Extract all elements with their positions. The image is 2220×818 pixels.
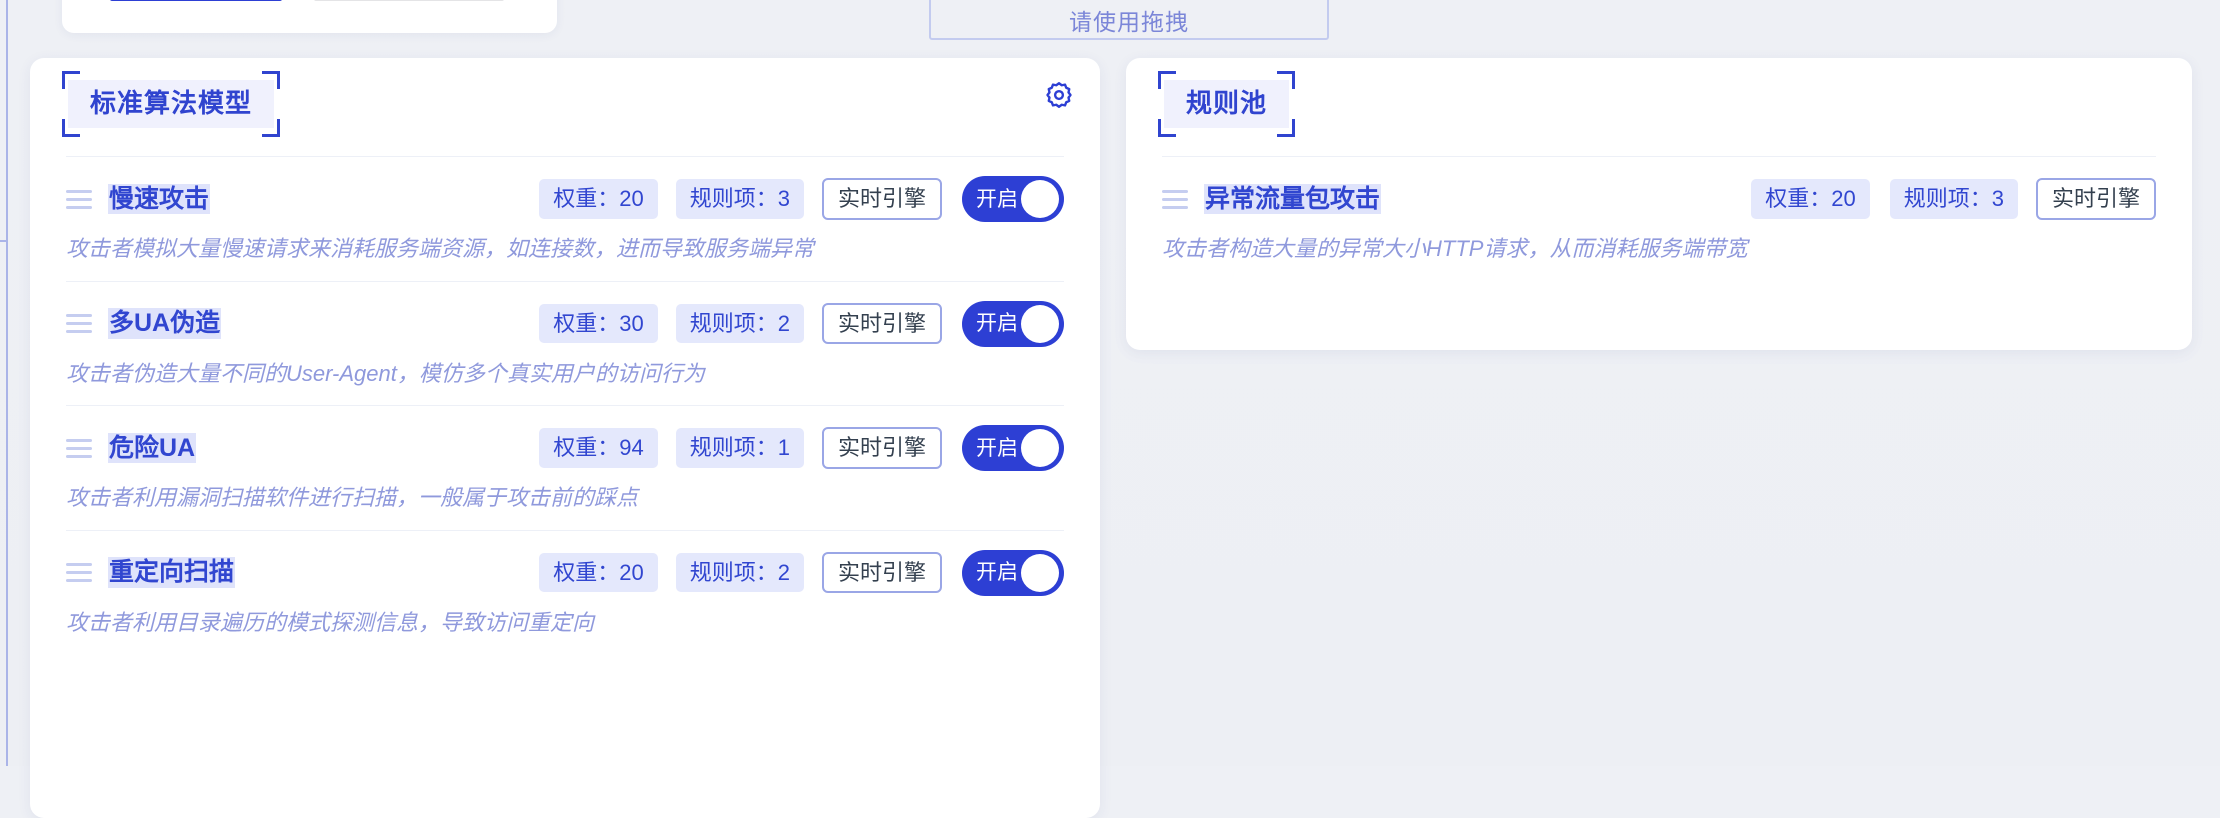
drag-hint-text: 请使用拖拽 bbox=[1069, 9, 1189, 35]
enable-toggle[interactable]: 开启 bbox=[962, 300, 1064, 347]
page-root: 请使用拖拽 标准算法模型 慢速攻击 权重：20 规则项：3 实时引擎 开启 攻击… bbox=[0, 0, 2220, 818]
drag-handle-icon[interactable] bbox=[66, 313, 94, 335]
toggle-knob bbox=[1021, 304, 1059, 343]
rule-description: 攻击者利用漏洞扫描软件进行扫描，一般属于攻击前的踩点 bbox=[66, 485, 639, 510]
rule-name: 多UA伪造 bbox=[108, 308, 222, 339]
top-card-inactive-tab-indicator[interactable] bbox=[314, 0, 504, 1]
weight-badge: 权重：94 bbox=[539, 428, 658, 468]
engine-button[interactable]: 实时引擎 bbox=[821, 551, 942, 594]
right-panel-title-wrap: 规则池 bbox=[1158, 71, 1296, 137]
rule-count-badge: 规则项：2 bbox=[675, 303, 804, 344]
rule-name: 异常流量包攻击 bbox=[1204, 183, 1382, 215]
right-panel-title-box: 规则池 bbox=[1158, 71, 1296, 137]
bracket-top-right-icon bbox=[1277, 71, 1296, 89]
left-panel-title-wrap: 标准算法模型 bbox=[62, 71, 281, 137]
engine-button[interactable]: 实时引擎 bbox=[821, 302, 942, 345]
bracket-bottom-right-icon bbox=[262, 118, 281, 137]
engine-button[interactable]: 实时引擎 bbox=[821, 427, 942, 469]
enable-toggle[interactable]: 开启 bbox=[962, 176, 1064, 222]
table-row[interactable]: 多UA伪造 权重：30 规则项：2 实时引擎 开启 攻击者伪造大量不同的User… bbox=[66, 280, 1064, 406]
right-panel-header: 规则池 bbox=[1126, 58, 2192, 156]
table-row[interactable]: 异常流量包攻击 权重：20 规则项：3 实时引擎 攻击者构造大量的异常大小HTT… bbox=[1162, 156, 2156, 281]
left-panel-header: 标准算法模型 bbox=[30, 58, 1100, 156]
bracket-bottom-left-icon bbox=[62, 118, 80, 137]
toggle-knob bbox=[1021, 180, 1059, 218]
toggle-knob bbox=[1021, 429, 1059, 467]
bracket-top-right-icon bbox=[262, 71, 281, 89]
engine-button[interactable]: 实时引擎 bbox=[2035, 178, 2156, 220]
rule-row-main: 重定向扫描 权重：20 规则项：2 实时引擎 开启 bbox=[66, 549, 1064, 596]
drag-handle-icon[interactable] bbox=[66, 437, 94, 459]
drag-handle-icon[interactable] bbox=[1162, 188, 1190, 210]
enable-toggle-label: 开启 bbox=[976, 436, 1018, 460]
table-row[interactable]: 慢速攻击 权重：20 规则项：3 实时引擎 开启 攻击者模拟大量慢速请求来消耗服… bbox=[66, 156, 1064, 281]
rule-name: 重定向扫描 bbox=[108, 557, 236, 588]
rule-description: 攻击者利用目录遍历的模式探测信息，导致访问重定向 bbox=[66, 609, 595, 635]
bracket-top-left-icon bbox=[62, 71, 80, 89]
rule-count-badge: 规则项：3 bbox=[675, 179, 804, 219]
enable-toggle-label: 开启 bbox=[976, 187, 1018, 211]
drag-handle-icon[interactable] bbox=[66, 188, 94, 210]
rule-description: 攻击者构造大量的异常大小HTTP请求，从而消耗服务端带宽 bbox=[1162, 236, 1748, 261]
enable-toggle[interactable]: 开启 bbox=[962, 549, 1064, 596]
enable-toggle-label: 开启 bbox=[976, 312, 1018, 335]
engine-button[interactable]: 实时引擎 bbox=[821, 178, 942, 220]
rule-count-badge: 规则项：3 bbox=[1889, 179, 2018, 219]
top-card-active-tab-indicator[interactable] bbox=[110, 0, 282, 1]
right-panel-rows: 异常流量包攻击 权重：20 规则项：3 实时引擎 攻击者构造大量的异常大小HTT… bbox=[1126, 156, 2192, 281]
bracket-bottom-right-icon bbox=[1277, 118, 1296, 137]
bracket-top-left-icon bbox=[1158, 71, 1176, 89]
weight-badge: 权重：20 bbox=[539, 552, 658, 593]
rule-name: 慢速攻击 bbox=[108, 183, 211, 215]
left-edge-rail bbox=[6, 0, 8, 766]
rule-count-badge: 规则项：2 bbox=[675, 552, 804, 593]
rule-row-main: 多UA伪造 权重：30 规则项：2 实时引擎 开启 bbox=[66, 300, 1064, 347]
table-row[interactable]: 重定向扫描 权重：20 规则项：2 实时引擎 开启 攻击者利用目录遍历的模式探测… bbox=[66, 529, 1064, 655]
rule-description: 攻击者伪造大量不同的User-Agent，模仿多个真实用户的访问行为 bbox=[66, 360, 705, 386]
rule-description: 攻击者模拟大量慢速请求来消耗服务端资源，如连接数，进而导致服务端异常 bbox=[66, 236, 815, 261]
left-panel-title-box: 标准算法模型 bbox=[62, 71, 281, 137]
enable-toggle[interactable]: 开启 bbox=[962, 425, 1064, 471]
rule-row-main: 危险UA 权重：94 规则项：1 实时引擎 开启 bbox=[66, 425, 1064, 471]
weight-badge: 权重：20 bbox=[539, 179, 658, 219]
rule-row-main: 异常流量包攻击 权重：20 规则项：3 实时引擎 bbox=[1162, 178, 2156, 220]
rule-name: 危险UA bbox=[108, 432, 197, 464]
standard-algorithm-model-panel: 标准算法模型 慢速攻击 权重：20 规则项：3 实时引擎 开启 攻击者模拟大量慢… bbox=[30, 58, 1100, 818]
toggle-knob bbox=[1021, 553, 1059, 592]
drag-hint-box: 请使用拖拽 bbox=[929, 0, 1329, 40]
drag-handle-icon[interactable] bbox=[66, 562, 94, 584]
rule-row-main: 慢速攻击 权重：20 规则项：3 实时引擎 开启 bbox=[66, 176, 1064, 222]
enable-toggle-label: 开启 bbox=[976, 561, 1018, 584]
weight-badge: 权重：30 bbox=[539, 303, 658, 344]
right-panel-title: 规则池 bbox=[1186, 88, 1268, 118]
left-edge-rail-tick bbox=[0, 240, 8, 242]
weight-badge: 权重：20 bbox=[1751, 179, 1870, 219]
gear-icon[interactable] bbox=[1042, 78, 1076, 112]
table-row[interactable]: 危险UA 权重：94 规则项：1 实时引擎 开启 攻击者利用漏洞扫描软件进行扫描… bbox=[66, 405, 1064, 530]
bracket-bottom-left-icon bbox=[1158, 118, 1176, 137]
left-panel-title: 标准算法模型 bbox=[90, 88, 253, 118]
top-clipped-card bbox=[62, 0, 557, 33]
rule-count-badge: 规则项：1 bbox=[675, 428, 804, 468]
rule-pool-panel: 规则池 异常流量包攻击 权重：20 规则项：3 实时引擎 攻击者构造大量的异常大… bbox=[1126, 58, 2192, 350]
left-panel-rows: 慢速攻击 权重：20 规则项：3 实时引擎 开启 攻击者模拟大量慢速请求来消耗服… bbox=[30, 156, 1100, 654]
